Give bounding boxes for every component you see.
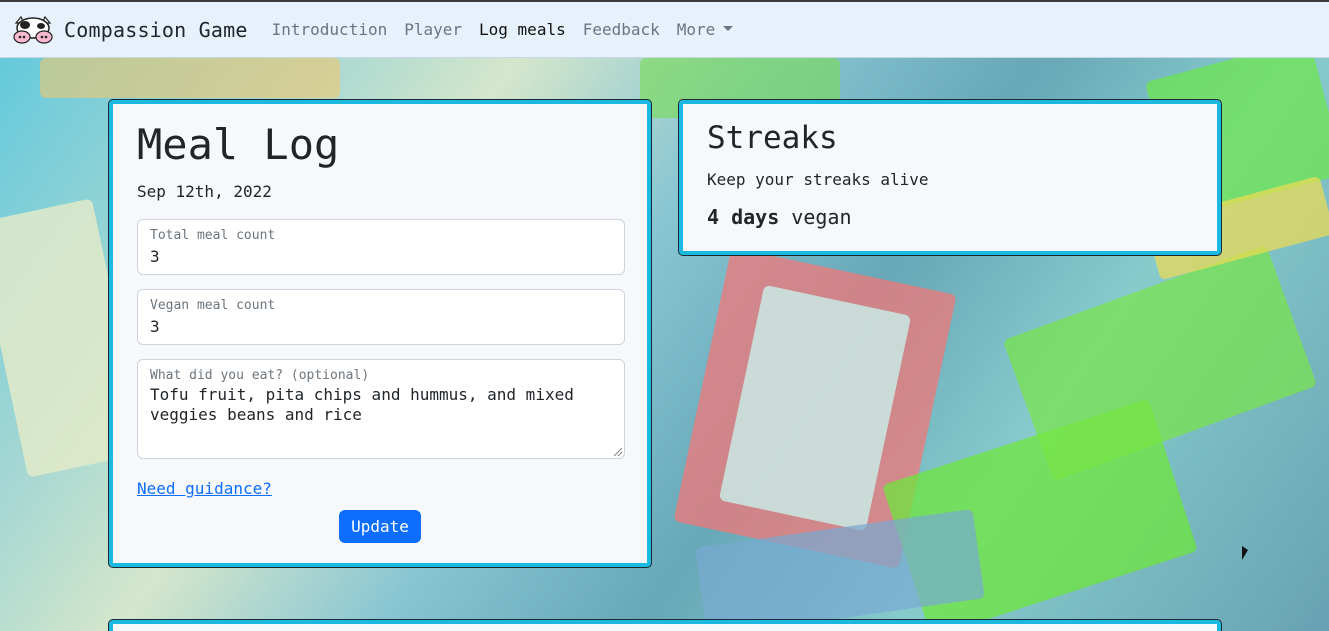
need-guidance-link[interactable]: Need guidance? [137,479,623,498]
what-did-you-eat-value: Tofu fruit, pita chips and hummus, and m… [150,385,574,425]
brand[interactable]: Compassion Game [12,15,248,45]
update-button[interactable]: Update [339,510,421,544]
caret-down-icon [723,26,734,31]
resize-grip-icon[interactable] [614,448,622,457]
lower-card [108,619,1222,631]
cow-icon [12,15,54,45]
meal-log-date: Sep 12th, 2022 [137,182,272,202]
total-meal-count-value: 3 [150,247,160,267]
nav-introduction[interactable]: Introduction [272,20,388,39]
nav-more-label: More [676,20,716,39]
streaks-title: Streaks [707,120,838,156]
total-meal-count-label: Total meal count [150,228,276,244]
what-did-you-eat-textarea[interactable]: What did you eat? (optional) Tofu fruit,… [137,359,625,460]
nav-links: Introduction Player Log meals Feedback M… [272,20,751,39]
streak-entry: 4 days vegan [707,205,1193,229]
nav-player[interactable]: Player [404,20,462,39]
nav-log-meals[interactable]: Log meals [479,20,566,39]
streaks-subtitle: Keep your streaks alive [707,170,929,189]
streaks-card: Streaks Keep your streaks alive 4 days v… [678,99,1222,256]
vegan-meal-count-label: Vegan meal count [150,298,276,314]
streak-days: 4 days [707,205,780,229]
brand-name: Compassion Game [64,17,248,42]
mouse-cursor-icon [1242,546,1248,560]
nav-more-dropdown[interactable]: More [677,20,734,39]
top-navbar: Compassion Game Introduction Player Log … [0,0,1329,58]
nav-feedback[interactable]: Feedback [583,20,660,39]
vegan-meal-count-value: 3 [150,317,160,337]
streak-type: vegan [791,205,852,229]
meal-log-card: Meal Log Sep 12th, 2022 Total meal count… [108,99,652,568]
vegan-meal-count-field[interactable]: Vegan meal count 3 [137,289,625,346]
total-meal-count-field[interactable]: Total meal count 3 [137,219,625,276]
meal-log-title: Meal Log [137,120,340,169]
what-did-you-eat-label: What did you eat? (optional) [150,368,370,384]
